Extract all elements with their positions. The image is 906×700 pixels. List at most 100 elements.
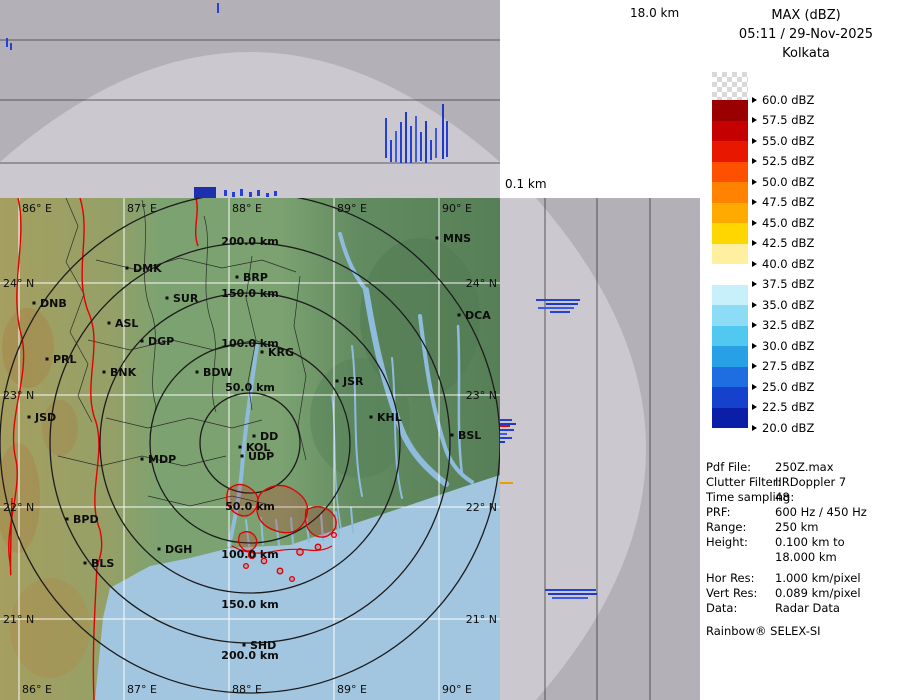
city-marker — [239, 446, 242, 449]
lon-label: 90° E — [442, 683, 472, 696]
info-value: 250Z.max — [775, 460, 834, 474]
radar-map: 86° E86° E87° E87° E88° E88° E89° E89° E… — [0, 198, 500, 700]
lat-label: 22° N — [466, 501, 497, 514]
city-label: DCA — [465, 309, 491, 322]
lon-label: 89° E — [337, 683, 367, 696]
city-marker — [103, 371, 106, 374]
info-row: Hor Res:1.000 km/pixel — [706, 571, 906, 586]
legend-panel: MAX (dBZ) 05:11 / 29-Nov-2025 Kolkata 60… — [706, 0, 906, 700]
city-label: BDW — [203, 366, 233, 379]
info-value: 0.100 km to — [775, 535, 845, 549]
color-scale: 60.0 dBZ 57.5 dBZ 55.0 dBZ 52.5 dBZ 50.0 dBZ… — [710, 72, 902, 458]
yz-cross-section-graphic — [500, 198, 700, 700]
legend-label: 55.0 dBZ — [762, 134, 814, 148]
lat-label: 24° N — [3, 277, 34, 290]
info-row: Time sampling:48 — [706, 490, 906, 505]
info-label: Pdf File: — [706, 460, 751, 474]
city-marker — [141, 458, 144, 461]
lon-label: 86° E — [22, 202, 52, 215]
product-info: Pdf File: 250Z.maxClutter Filter:IIRDoppl… — [706, 460, 906, 638]
range-ring-label: 50.0 km — [225, 381, 275, 394]
city-marker — [66, 518, 69, 521]
city-label: BLS — [91, 557, 114, 570]
lat-label: 23° N — [466, 389, 497, 402]
city-label: MNS — [443, 232, 471, 245]
range-ring-label: 150.0 km — [221, 598, 278, 611]
product-title: MAX (dBZ) — [706, 6, 906, 25]
legend-label: 42.5 dBZ — [762, 236, 814, 250]
tick-arrow-icon — [752, 199, 757, 205]
tick-arrow-icon — [752, 138, 757, 144]
city-label: BRP — [243, 271, 268, 284]
legend-label: 35.0 dBZ — [762, 298, 814, 312]
city-marker — [108, 322, 111, 325]
radar-display-window: { "header": { "product": "MAX (dBZ)", "d… — [0, 0, 906, 700]
info-row: Clutter Filter:IIRDoppler 7 — [706, 475, 906, 490]
tick-arrow-icon — [752, 261, 757, 267]
city-marker — [458, 314, 461, 317]
info-label: Range: — [706, 520, 746, 534]
info-value: 48 — [775, 490, 790, 504]
info-row: Data:Radar Data — [706, 601, 906, 616]
legend-swatch — [712, 72, 748, 100]
xz-cross-section-graphic — [0, 0, 500, 198]
city-marker — [370, 416, 373, 419]
city-marker — [253, 435, 256, 438]
info-row: 18.000 km — [706, 550, 906, 565]
city-marker — [46, 358, 49, 361]
yz-cross-section-panel — [500, 198, 700, 700]
city-marker — [158, 548, 161, 551]
legend-swatch — [712, 305, 748, 326]
software-brand: Rainbow® SELEX-SI — [706, 624, 906, 638]
legend-label: 47.5 dBZ — [762, 195, 814, 209]
legend-label: 50.0 dBZ — [762, 175, 814, 189]
info-value: 1.000 km/pixel — [775, 571, 861, 585]
tick-arrow-icon — [752, 322, 757, 328]
legend-swatch — [712, 408, 748, 429]
legend-swatch — [712, 223, 748, 244]
legend-swatch — [712, 100, 748, 121]
legend-label: 60.0 dBZ — [762, 93, 814, 107]
lon-label: 87° E — [127, 683, 157, 696]
legend-swatch — [712, 121, 748, 142]
legend-swatch — [712, 162, 748, 183]
city-label: DGP — [148, 335, 174, 348]
lon-label: 88° E — [232, 202, 262, 215]
tick-arrow-icon — [752, 158, 757, 164]
lon-label: 87° E — [127, 202, 157, 215]
tick-arrow-icon — [752, 240, 757, 246]
city-label: BPD — [73, 513, 99, 526]
tick-arrow-icon — [752, 363, 757, 369]
lat-label: 24° N — [466, 277, 497, 290]
lat-label: 23° N — [3, 389, 34, 402]
legend-label: 57.5 dBZ — [762, 113, 814, 127]
city-marker — [261, 351, 264, 354]
lat-label: 21° N — [466, 613, 497, 626]
city-marker — [451, 434, 454, 437]
lon-label: 90° E — [442, 202, 472, 215]
city-label: SUR — [173, 292, 199, 305]
height-axis-max-label: 18.0 km — [630, 6, 679, 20]
city-label: DGH — [165, 543, 192, 556]
tick-arrow-icon — [752, 343, 757, 349]
info-label: PRF: — [706, 505, 731, 519]
lon-label: 89° E — [337, 202, 367, 215]
city-label: PRL — [53, 353, 77, 366]
city-marker — [141, 340, 144, 343]
xz-cross-section-panel — [0, 0, 500, 198]
tick-arrow-icon — [752, 404, 757, 410]
legend-swatch — [712, 367, 748, 388]
info-value: 600 Hz / 450 Hz — [775, 505, 867, 519]
info-label: Vert Res: — [706, 586, 757, 600]
legend-label: 25.0 dBZ — [762, 380, 814, 394]
radar-map-graphic: 86° E86° E87° E87° E88° E88° E89° E89° E… — [0, 198, 500, 700]
city-marker — [241, 455, 244, 458]
lon-label: 86° E — [22, 683, 52, 696]
legend-swatch — [712, 285, 748, 306]
tick-arrow-icon — [752, 179, 757, 185]
range-ring-label: 200.0 km — [221, 235, 278, 248]
height-axis-min-label: 0.1 km — [505, 177, 547, 191]
legend-label: 52.5 dBZ — [762, 154, 814, 168]
tick-arrow-icon — [752, 281, 757, 287]
legend-label: 27.5 dBZ — [762, 359, 814, 373]
